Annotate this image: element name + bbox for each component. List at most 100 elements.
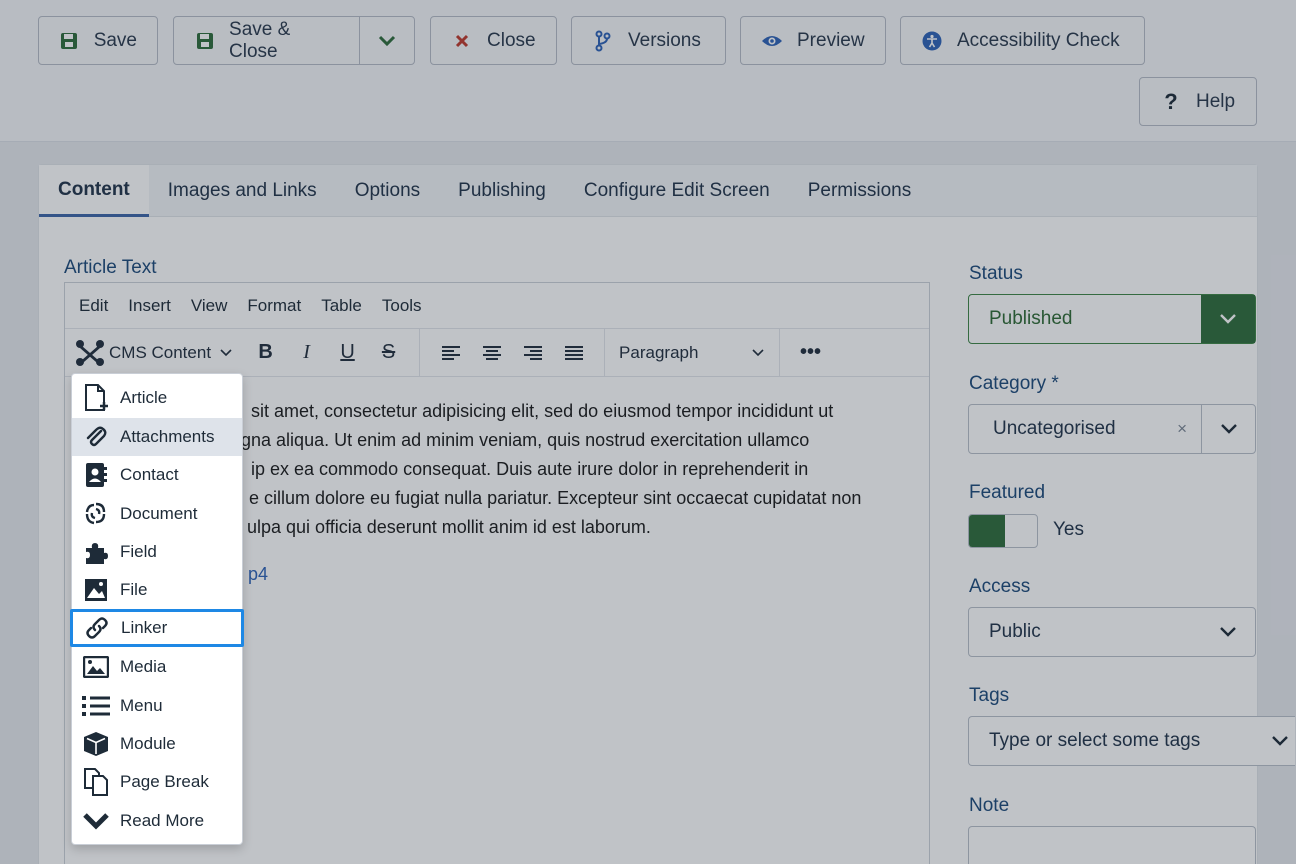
dropdown-item-label: Contact [120, 465, 179, 484]
status-value: Published [989, 308, 1073, 329]
cms-content-button[interactable]: CMS Content [75, 339, 233, 367]
justify-button[interactable] [553, 336, 594, 370]
chevron-down-icon [1201, 405, 1255, 453]
tab-content[interactable]: Content [39, 165, 149, 217]
dropdown-item-label: Document [120, 504, 198, 523]
chevron-down-icon [1265, 735, 1295, 747]
dropdown-item-label: Media [120, 657, 167, 676]
help-button[interactable]: ? Help [1139, 77, 1257, 126]
menu-edit[interactable]: Edit [79, 296, 108, 316]
dropdown-item-menu[interactable]: Menu [72, 687, 242, 725]
align-right-button[interactable] [512, 336, 553, 370]
tab-permissions[interactable]: Permissions [789, 165, 930, 217]
dropdown-item-module[interactable]: Module [72, 725, 242, 763]
dropdown-item-article[interactable]: Article [72, 379, 242, 417]
align-left-button[interactable] [430, 336, 471, 370]
tab-configure-edit-screen[interactable]: Configure Edit Screen [565, 165, 789, 217]
save-label: Save [93, 29, 137, 51]
dropdown-item-field[interactable]: Field [72, 533, 242, 571]
menu-view[interactable]: View [191, 296, 228, 316]
chevron-down-icon [379, 35, 396, 46]
menu-table[interactable]: Table [321, 296, 362, 316]
menu-insert[interactable]: Insert [128, 296, 171, 316]
versions-button[interactable]: Versions [571, 16, 726, 65]
tab-publishing[interactable]: Publishing [439, 165, 565, 217]
dropdown-item-file[interactable]: File [72, 571, 242, 609]
editor-menubar: Edit Insert View Format Table Tools [65, 283, 929, 329]
category-select[interactable]: Uncategorised × [968, 404, 1256, 454]
dropdown-item-label: File [120, 580, 148, 599]
dropdown-item-linker[interactable]: Linker [70, 609, 244, 647]
note-input[interactable] [968, 826, 1256, 864]
dropdown-item-label: Read More [120, 811, 205, 830]
save-button[interactable]: Save [38, 16, 158, 65]
close-button[interactable]: Close [430, 16, 557, 65]
text-line-5: ulpa qui officia deserunt mollit anim id… [247, 517, 651, 537]
more-button[interactable]: ••• [790, 336, 831, 370]
editor-toolbar: CMS Content B I U S Paragraph ••• [65, 329, 929, 377]
category-label: Category * [969, 373, 1059, 394]
chevron-down-icon [752, 348, 764, 356]
save-close-group: Save & Close [173, 16, 415, 65]
access-select[interactable]: Public [968, 607, 1256, 657]
status-select[interactable]: Published [968, 294, 1256, 344]
italic-button[interactable]: I [286, 336, 327, 370]
close-label: Close [487, 29, 536, 51]
tab-images-and-links[interactable]: Images and Links [149, 165, 336, 217]
joomla-icon [76, 339, 104, 366]
dropdown-item-label: Attachments [120, 427, 215, 446]
dropdown-item-document[interactable]: Document [72, 495, 242, 533]
cms-content-dropdown: Article Attachments Contact Document Fie… [70, 373, 244, 845]
align-center-button[interactable] [471, 336, 512, 370]
question-icon: ? [1164, 88, 1178, 114]
justify-icon [564, 345, 583, 360]
eye-icon [761, 30, 783, 52]
dropdown-item-page-break[interactable]: Page Break [72, 763, 242, 801]
featured-value: Yes [1053, 519, 1084, 540]
status-label: Status [969, 263, 1023, 284]
block-format-select[interactable]: Paragraph [619, 343, 769, 363]
dropdown-item-media[interactable]: Media [72, 648, 242, 686]
menu-tools[interactable]: Tools [382, 296, 422, 316]
image-file-icon [82, 576, 110, 604]
dropdown-item-label: Page Break [120, 772, 209, 791]
dropdown-item-contact[interactable]: Contact [72, 456, 242, 494]
tab-bar: Content Images and Links Options Publish… [39, 165, 1257, 217]
align-center-icon [482, 345, 501, 360]
strikethrough-button[interactable]: S [368, 336, 409, 370]
dropdown-item-label: Field [120, 542, 157, 561]
tags-input[interactable]: Type or select some tags [968, 716, 1295, 766]
featured-toggle[interactable] [968, 514, 1038, 548]
paperclip-icon [82, 423, 110, 451]
save-close-label: Save & Close [229, 18, 291, 62]
bold-button[interactable]: B [245, 336, 286, 370]
chevron-down-bold-icon [82, 807, 110, 835]
featured-label: Featured [969, 482, 1046, 503]
editor-link[interactable]: p4 [248, 564, 268, 584]
menu-format[interactable]: Format [247, 296, 301, 316]
accessibility-check-button[interactable]: Accessibility Check [900, 16, 1145, 65]
underline-button[interactable]: U [327, 336, 368, 370]
dropdown-item-label: Article [120, 388, 168, 407]
text-line-1: sit amet, consectetur adipisicing elit, … [251, 401, 834, 421]
tab-options[interactable]: Options [336, 165, 439, 217]
preview-button[interactable]: Preview [740, 16, 886, 65]
media-icon [82, 653, 110, 681]
toggle-knob [969, 515, 1005, 547]
save-icon [194, 30, 215, 52]
block-format-value: Paragraph [619, 342, 699, 362]
dropdown-item-label: Module [120, 734, 176, 753]
toolbar-area: Save Save & Close Close Versions Preview [0, 0, 1296, 142]
preview-label: Preview [797, 29, 865, 51]
save-close-button[interactable]: Save & Close [174, 17, 361, 64]
dropdown-item-read-more[interactable]: Read More [72, 802, 242, 840]
help-label: Help [1196, 90, 1236, 112]
branch-icon [592, 30, 614, 52]
clear-icon[interactable]: × [1177, 419, 1187, 439]
accessibility-label: Accessibility Check [957, 29, 1120, 51]
close-icon [451, 30, 473, 52]
text-line-3: ip ex ea commodo consequat. Duis aute ir… [251, 459, 809, 479]
cms-content-label: CMS Content [109, 342, 212, 362]
save-options-dropdown[interactable] [360, 17, 414, 64]
dropdown-item-attachments[interactable]: Attachments [72, 418, 242, 456]
